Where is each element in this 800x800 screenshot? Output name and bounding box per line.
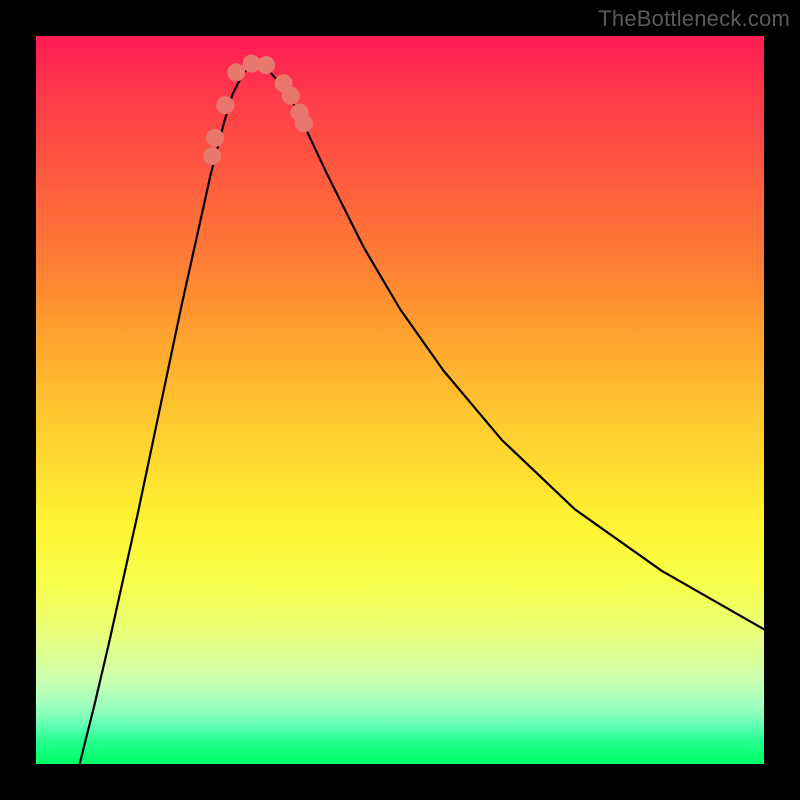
curve-marker	[216, 96, 234, 114]
watermark-text: TheBottleneck.com	[598, 6, 790, 32]
plot-area	[36, 36, 764, 764]
curve-markers	[203, 55, 313, 165]
curve-marker	[295, 114, 313, 132]
curve-svg	[36, 36, 764, 764]
curve-marker	[203, 147, 221, 165]
curve-marker	[206, 129, 224, 147]
curve-marker	[257, 56, 275, 74]
outer-frame: TheBottleneck.com	[0, 0, 800, 800]
bottleneck-curve	[80, 65, 764, 764]
curve-marker	[227, 63, 245, 81]
curve-marker	[282, 87, 300, 105]
